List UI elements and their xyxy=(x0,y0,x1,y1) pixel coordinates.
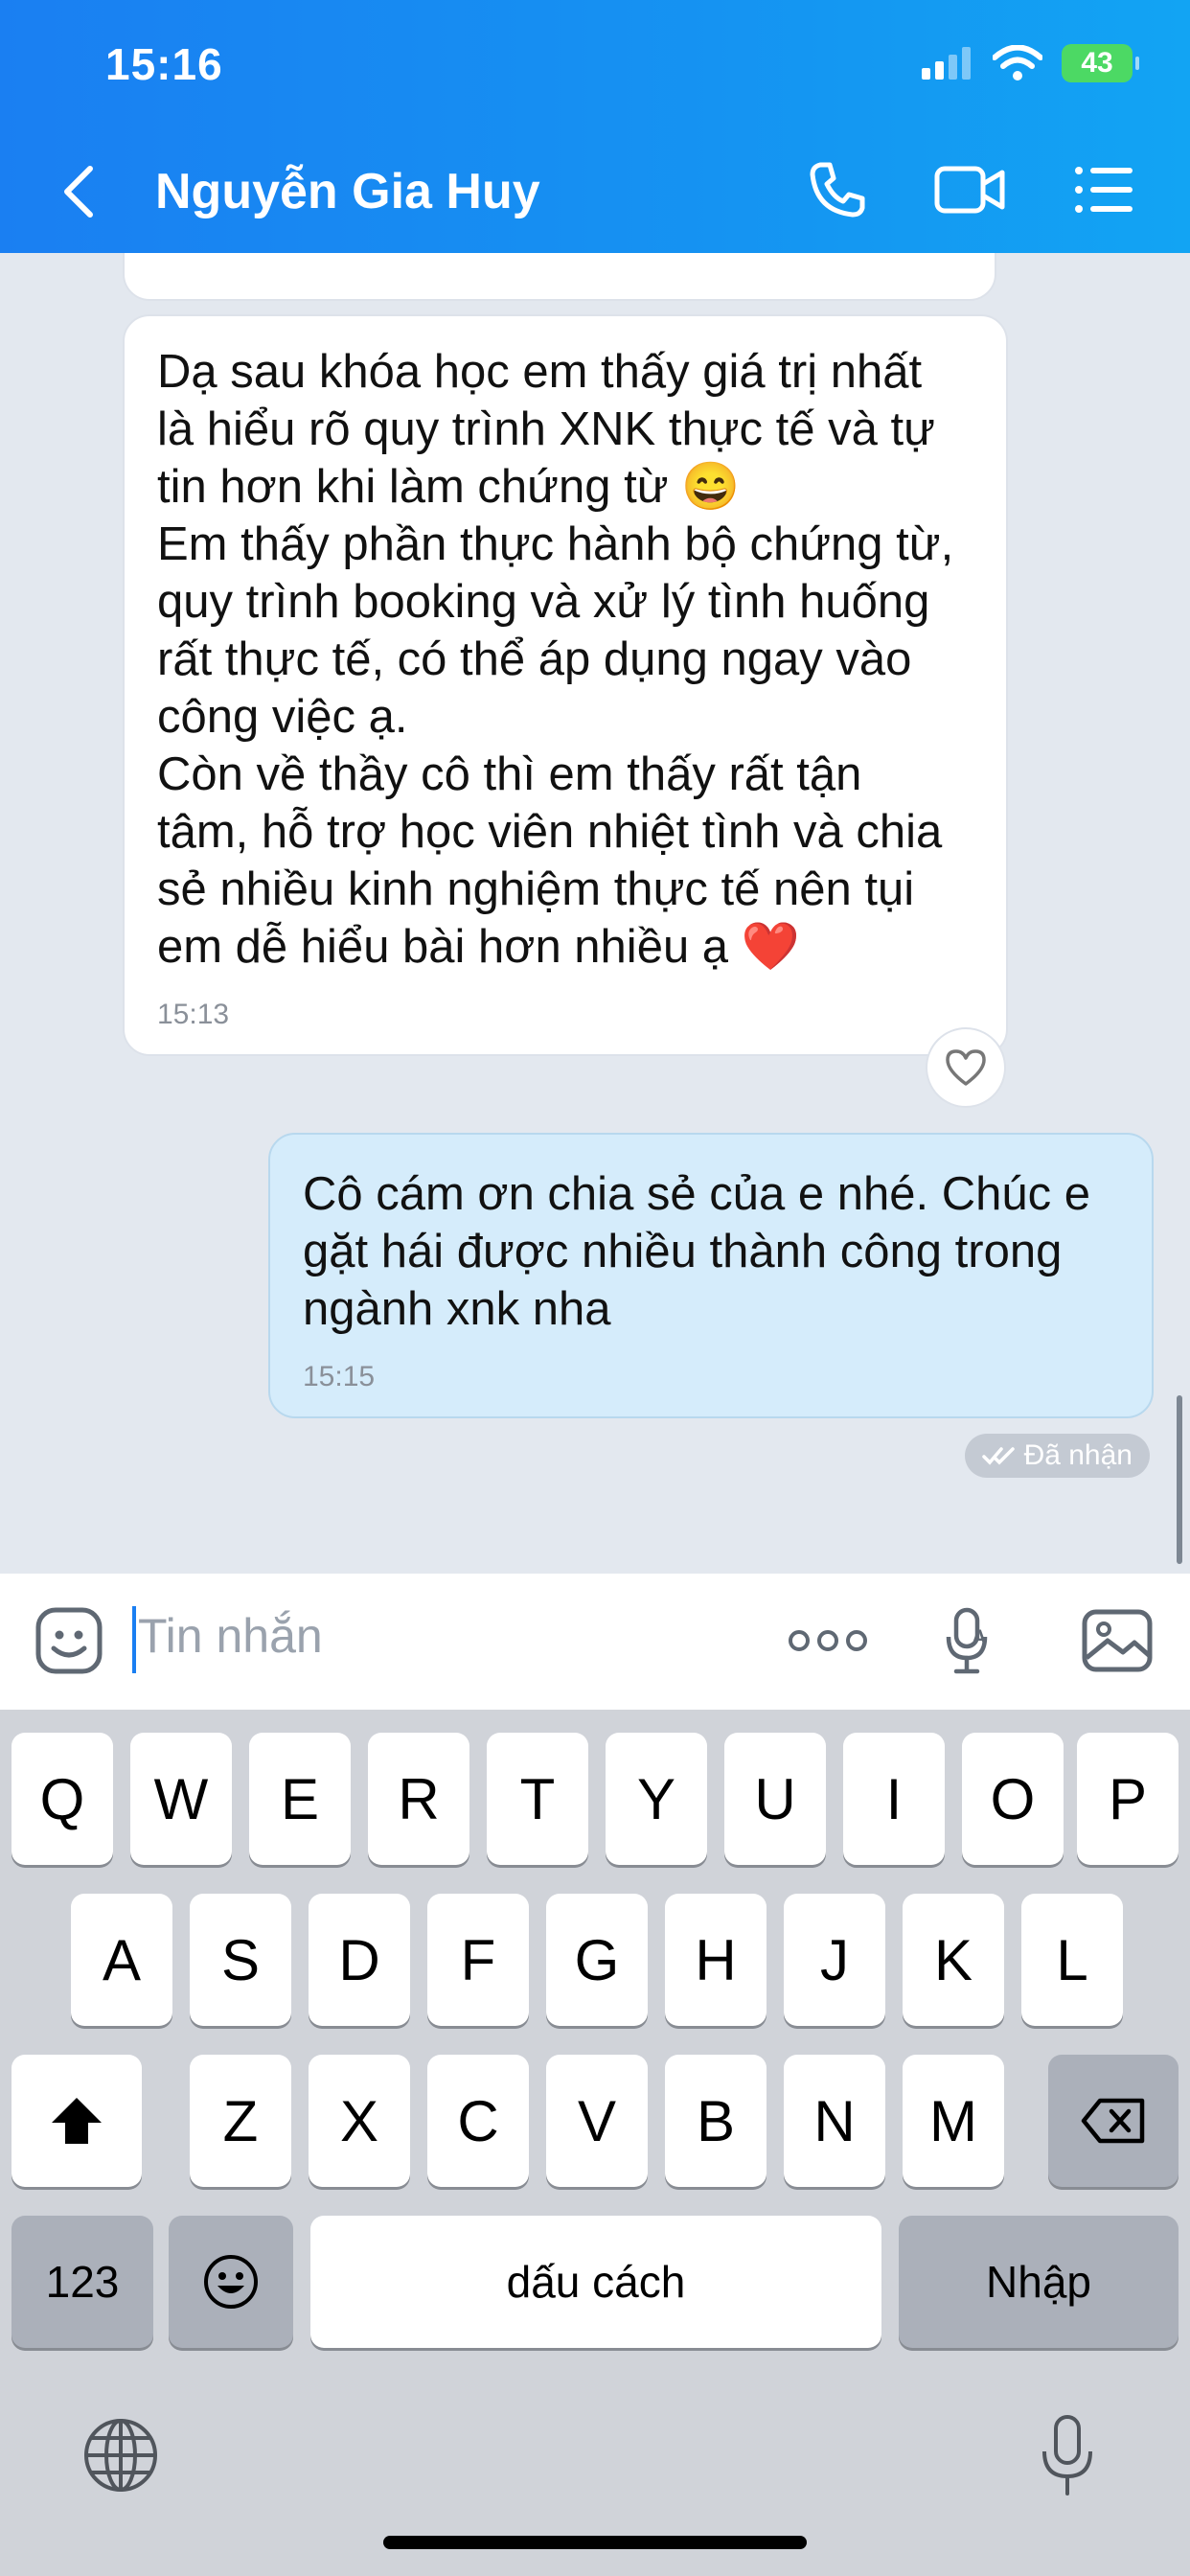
shift-arrow-icon xyxy=(52,2098,102,2144)
message-input-bar: Tin nhắn A xyxy=(0,1574,1190,1710)
key-e[interactable]: E xyxy=(249,1733,351,1865)
emoji-key[interactable] xyxy=(169,2216,293,2348)
key-i[interactable]: I xyxy=(843,1733,945,1865)
sticker-icon[interactable] xyxy=(34,1606,103,1675)
battery-level: 43 xyxy=(1081,47,1113,79)
return-key[interactable]: Nhập xyxy=(899,2216,1179,2348)
svg-text:A: A xyxy=(972,1625,987,1649)
key-x[interactable]: X xyxy=(309,2055,410,2187)
key-l[interactable]: L xyxy=(1021,1894,1123,2026)
backspace-key[interactable] xyxy=(1048,2055,1179,2187)
key-g[interactable]: G xyxy=(546,1894,648,2026)
key-u[interactable]: U xyxy=(724,1733,826,1865)
read-receipt-badge: Đã nhận xyxy=(964,1434,1150,1478)
key-w[interactable]: W xyxy=(130,1733,232,1865)
message-text: Cô cám ơn chia sẻ của e nhé. Chúc e gặt … xyxy=(303,1168,1091,1335)
more-options-icon[interactable] xyxy=(788,1623,868,1658)
previous-message-bubble[interactable] xyxy=(123,253,996,301)
chat-header: 15:16 43 Nguyễn Gia Huy xyxy=(0,0,1190,253)
home-indicator xyxy=(383,2536,807,2549)
back-chevron-icon[interactable] xyxy=(59,163,98,220)
key-y[interactable]: Y xyxy=(606,1733,707,1865)
wifi-icon xyxy=(993,45,1042,80)
backspace-icon xyxy=(1081,2098,1145,2144)
dictation-mic-icon[interactable] xyxy=(1037,2413,1098,2497)
numbers-key[interactable]: 123 xyxy=(11,2216,153,2348)
incoming-message-bubble[interactable]: Dạ sau khóa học em thấy giá trị nhất là … xyxy=(123,314,1008,1056)
key-v[interactable]: V xyxy=(546,2055,648,2187)
globe-icon[interactable] xyxy=(82,2417,159,2494)
key-j[interactable]: J xyxy=(784,1894,885,2026)
emoji-icon xyxy=(204,2255,258,2309)
key-m[interactable]: M xyxy=(903,2055,1004,2187)
key-h[interactable]: H xyxy=(665,1894,767,2026)
key-s[interactable]: S xyxy=(190,1894,291,2026)
double-check-icon xyxy=(981,1447,1015,1465)
key-o[interactable]: O xyxy=(962,1733,1064,1865)
key-t[interactable]: T xyxy=(487,1733,588,1865)
status-icons: 43 xyxy=(922,44,1139,82)
shift-key[interactable] xyxy=(11,2055,142,2187)
key-b[interactable]: B xyxy=(665,2055,767,2187)
outgoing-message-bubble[interactable]: Cô cám ơn chia sẻ của e nhé. Chúc e gặt … xyxy=(268,1133,1154,1418)
video-call-icon[interactable] xyxy=(933,159,1006,220)
contact-name[interactable]: Nguyễn Gia Huy xyxy=(155,163,540,220)
message-time: 15:15 xyxy=(303,1361,376,1392)
status-time: 15:16 xyxy=(105,39,223,89)
key-f[interactable]: F xyxy=(427,1894,529,2026)
key-r[interactable]: R xyxy=(368,1733,469,1865)
message-time: 15:13 xyxy=(157,999,230,1030)
keyboard: Q W E R T Y U I O P A S D F G H J K L Z … xyxy=(0,1710,1190,2576)
react-heart-button[interactable] xyxy=(926,1027,1006,1108)
key-c[interactable]: C xyxy=(427,2055,529,2187)
voice-to-text-icon[interactable]: A xyxy=(943,1606,995,1675)
heart-icon xyxy=(946,1049,986,1086)
key-a[interactable]: A xyxy=(71,1894,172,2026)
phone-icon[interactable] xyxy=(807,159,868,220)
scrollbar[interactable] xyxy=(1177,1395,1182,1564)
battery-icon: 43 xyxy=(1062,44,1139,82)
menu-list-icon[interactable] xyxy=(1073,159,1134,220)
receipt-label: Đã nhận xyxy=(1023,1439,1133,1471)
image-gallery-icon[interactable] xyxy=(1081,1608,1154,1673)
key-n[interactable]: N xyxy=(784,2055,885,2187)
signal-icon xyxy=(922,47,971,80)
space-key[interactable]: dấu cách xyxy=(310,2216,881,2348)
key-q[interactable]: Q xyxy=(11,1733,113,1865)
key-k[interactable]: K xyxy=(903,1894,1004,2026)
key-d[interactable]: D xyxy=(309,1894,410,2026)
key-p[interactable]: P xyxy=(1077,1733,1179,1865)
key-z[interactable]: Z xyxy=(190,2055,291,2187)
message-input[interactable]: Tin nhắn xyxy=(138,1608,323,1664)
text-caret xyxy=(132,1606,136,1673)
chat-area[interactable]: Dạ sau khóa học em thấy giá trị nhất là … xyxy=(0,253,1190,1574)
message-text: Dạ sau khóa học em thấy giá trị nhất là … xyxy=(157,346,954,973)
